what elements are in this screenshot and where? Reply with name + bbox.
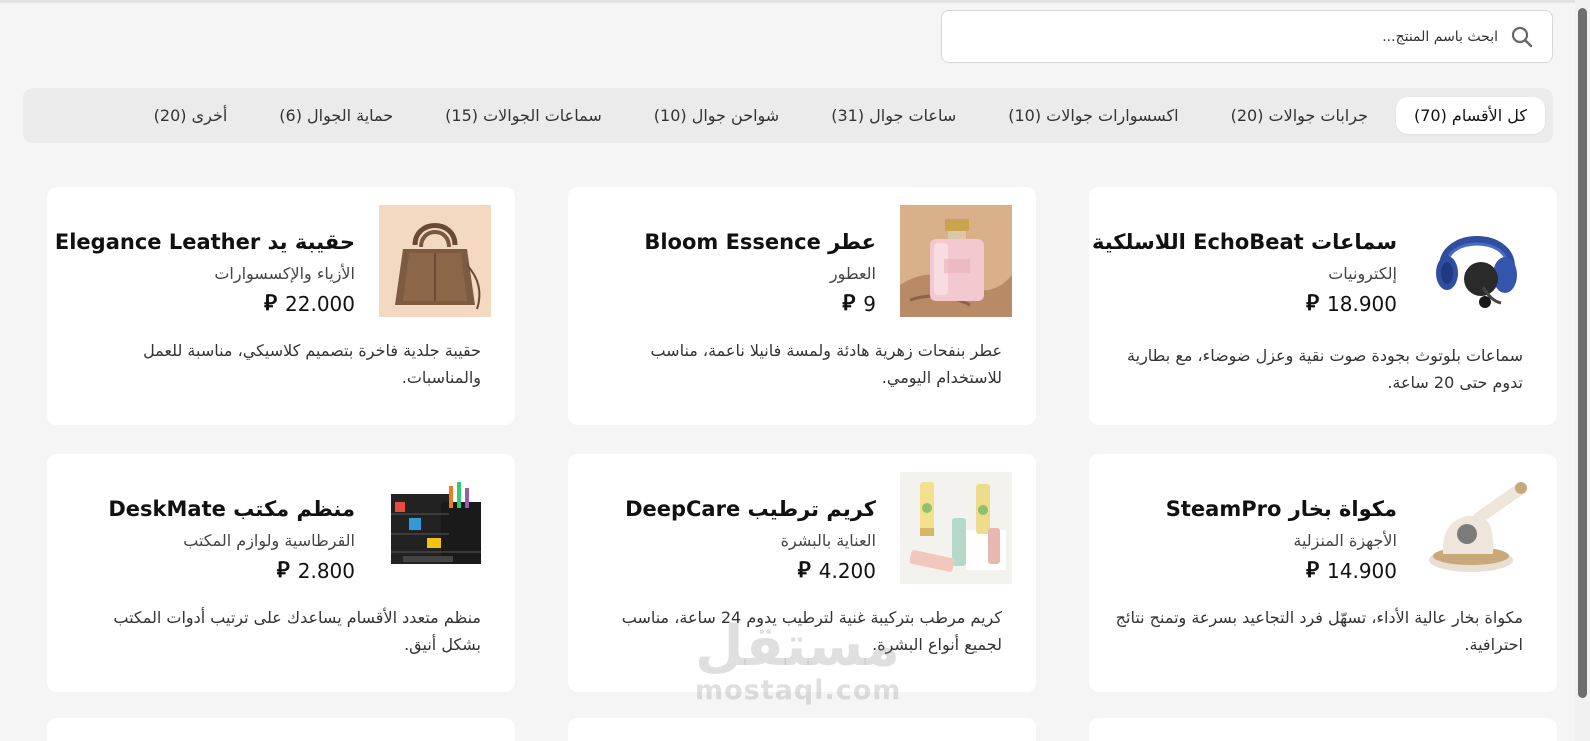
product-card[interactable]: كريم ترطيب DeepCare العناية بالبشرة 4.20…	[568, 454, 1036, 692]
riyal-icon: ⃁	[842, 291, 856, 316]
cream-image	[900, 472, 1012, 584]
tab-smart-watches[interactable]: ساعات جوال (31)	[813, 97, 974, 134]
riyal-icon: ⃁	[797, 558, 811, 583]
tab-other[interactable]: أخرى (20)	[136, 97, 246, 134]
top-divider	[0, 0, 1575, 3]
riyal-icon: ⃁	[1305, 558, 1320, 583]
product-price: 4.200 ⃁	[586, 558, 876, 584]
product-category: العناية بالبشرة	[780, 531, 876, 550]
product-description: مكواة بخار عالية الأداء، تسهّل فرد التجا…	[1115, 608, 1523, 654]
product-card[interactable]: حقيبة يد Elegance Leather الأزياء والإكس…	[47, 187, 515, 425]
product-category: العطور	[829, 264, 876, 283]
product-description: عطر بنفحات زهرية هادئة ولمسة فانيلا ناعم…	[650, 341, 1002, 387]
product-category: الأجهزة المنزلية	[1293, 531, 1397, 550]
product-card[interactable]: عطر Bloom Essence العطور 9 ⃁ عطر بنفحات …	[568, 187, 1036, 425]
product-price: 9 ⃁	[586, 291, 876, 317]
price-value: 14.900	[1327, 559, 1397, 583]
search-input[interactable]	[942, 11, 1498, 62]
tab-headphones[interactable]: سماعات الجوالات (15)	[427, 97, 620, 134]
product-name: حقيبة يد Elegance Leather	[54, 230, 355, 254]
tab-phone-accessories[interactable]: اكسسوارات جوالات (10)	[990, 97, 1196, 134]
product-description: حقيبة جلدية فاخرة بتصميم كلاسيكي، مناسبة…	[143, 341, 481, 387]
search-icon	[1511, 26, 1533, 47]
price-value: 18.900	[1327, 292, 1397, 316]
product-name: سماعات EchoBeat اللاسلكية	[1092, 230, 1397, 254]
steam-iron-image	[1421, 472, 1533, 584]
product-price: 22.000 ⃁	[65, 291, 355, 317]
product-card[interactable]: منظم مكتب DeskMate القرطاسية ولوازم المك…	[47, 454, 515, 692]
price-value: 2.800	[297, 559, 355, 583]
tab-all[interactable]: كل الأقسام (70)	[1395, 97, 1545, 134]
product-description: كريم مرطب بتركيبة غنية لترطيب يدوم 24 سا…	[621, 608, 1002, 654]
perfume-image	[900, 205, 1012, 317]
product-category: القرطاسية ولوازم المكتب	[183, 531, 355, 550]
riyal-icon: ⃁	[1305, 291, 1320, 316]
riyal-icon: ⃁	[263, 291, 278, 316]
product-price: 14.900 ⃁	[1107, 558, 1397, 584]
product-card[interactable]: سماعات EchoBeat اللاسلكية إلكترونيات 18.…	[1089, 187, 1557, 425]
headphones-image	[1421, 205, 1533, 317]
price-value: 4.200	[818, 559, 876, 583]
organizer-image	[379, 472, 491, 584]
product-name: منظم مكتب DeskMate	[108, 497, 355, 521]
product-category: الأزياء والإكسسوارات	[214, 264, 355, 283]
price-value: 9	[863, 292, 876, 316]
product-price: 2.800 ⃁	[65, 558, 355, 584]
tab-phone-protection[interactable]: حماية الجوال (6)	[261, 97, 411, 134]
product-card[interactable]: مكواة بخار SteamPro الأجهزة المنزلية 14.…	[1089, 454, 1557, 692]
price-value: 22.000	[285, 292, 355, 316]
product-card-partial[interactable]	[47, 718, 515, 741]
tab-phone-cases[interactable]: جرابات جوالات (20)	[1213, 97, 1386, 134]
product-name: عطر Bloom Essence	[644, 230, 876, 254]
product-description: سماعات بلوتوث بجودة صوت نقية وعزل ضوضاء،…	[1127, 346, 1523, 392]
product-name: مكواة بخار SteamPro	[1165, 497, 1397, 521]
product-price: 18.900 ⃁	[1107, 291, 1397, 317]
search-bar[interactable]	[941, 10, 1553, 63]
tab-chargers[interactable]: شواحن جوال (10)	[636, 97, 797, 134]
product-description: منظم متعدد الأقسام يساعدك على ترتيب أدوا…	[113, 608, 481, 654]
product-card-partial[interactable]	[568, 718, 1036, 741]
product-category: إلكترونيات	[1328, 264, 1397, 283]
product-card-partial[interactable]	[1089, 718, 1557, 741]
riyal-icon: ⃁	[276, 558, 290, 583]
scrollbar-thumb[interactable]	[1578, 8, 1587, 698]
handbag-image	[379, 205, 491, 317]
scrollbar[interactable]	[1575, 0, 1590, 741]
product-name: كريم ترطيب DeepCare	[625, 497, 876, 521]
category-tabs: كل الأقسام (70) جرابات جوالات (20) اكسسو…	[23, 88, 1553, 143]
